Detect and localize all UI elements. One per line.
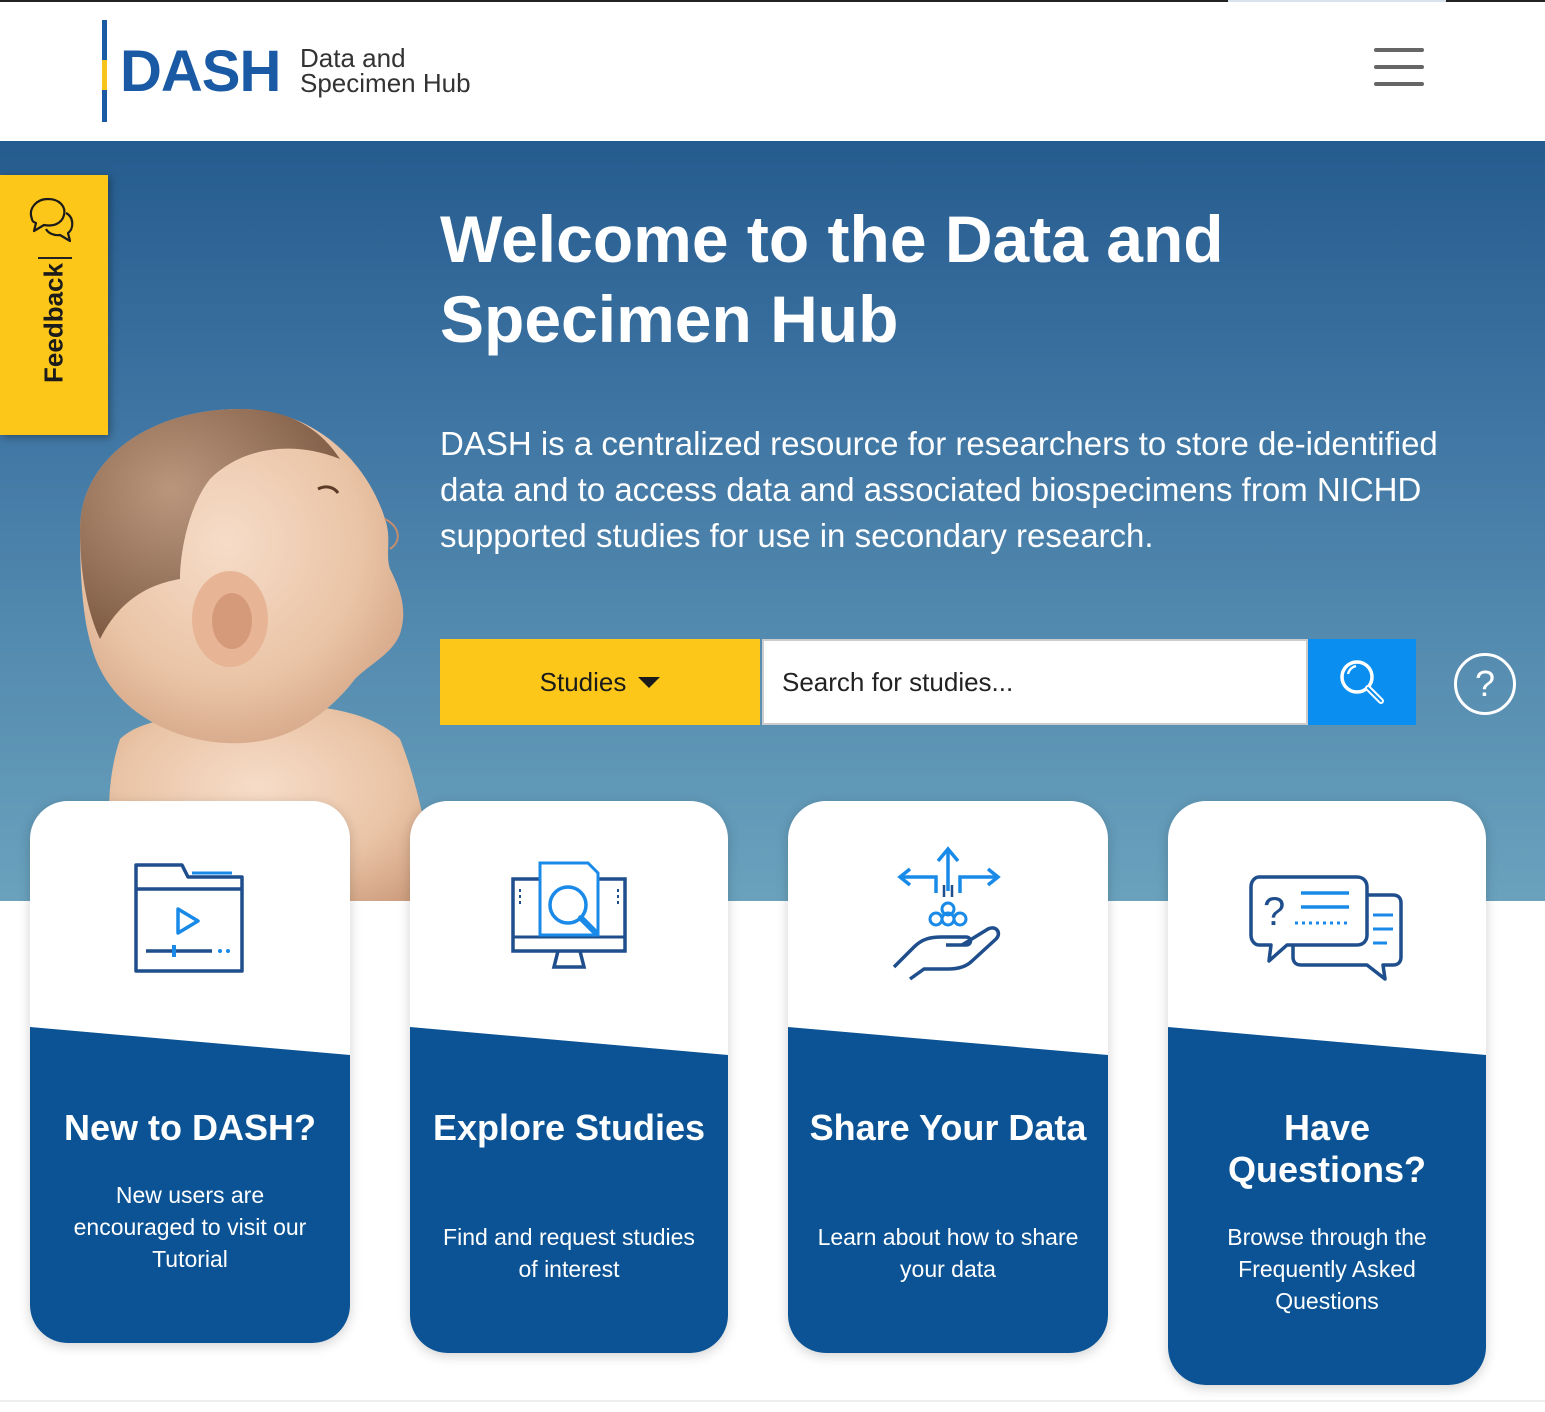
card-description: Browse through the Frequently Asked Ques…	[1227, 1224, 1427, 1314]
hero-description: DASH is a centralized resource for resea…	[440, 425, 1438, 554]
feedback-tab[interactable]: Feedback	[0, 175, 108, 435]
search-bar: Studies ?	[440, 639, 1530, 725]
dash-logo[interactable]: DASH Data and Specimen Hub	[100, 20, 520, 124]
card-description: New users are encouraged to visit our Tu…	[73, 1182, 307, 1272]
monitor-search-icon	[511, 861, 627, 969]
chat-question-icon: ?	[1249, 875, 1403, 981]
logo-wordmark: DASH	[120, 39, 281, 104]
logo-subtitle-line2: Specimen Hub	[300, 68, 471, 98]
card-title: Share Your Data	[809, 1107, 1087, 1148]
hero-title: Welcome to the Data and Specimen Hub	[440, 202, 1224, 356]
card-description: Find and request studies of interest	[443, 1224, 695, 1282]
search-category-dropdown[interactable]: Studies	[440, 639, 760, 725]
hero-section: Welcome to the Data and Specimen Hub DAS…	[0, 141, 1545, 901]
hand-share-arrows-icon	[892, 846, 1001, 981]
chat-bubbles-icon	[29, 197, 74, 243]
video-folder-icon	[134, 863, 244, 973]
hamburger-icon[interactable]	[1374, 48, 1424, 92]
logo-subtitle: Data and Specimen Hub	[300, 45, 471, 98]
site-header: DASH Data and Specimen Hub	[0, 2, 1545, 141]
feedback-label: Feedback	[38, 263, 69, 383]
caret-down-icon	[638, 676, 661, 688]
logo-bar	[102, 20, 107, 122]
question-circle-icon[interactable]: ?	[1454, 653, 1516, 715]
bottom-divider	[0, 1400, 1545, 1402]
card-title: Explore Studies	[432, 1107, 706, 1148]
search-input[interactable]	[762, 639, 1308, 725]
card-description: Learn about how to share your data	[817, 1224, 1079, 1282]
card-have-questions[interactable]: ? Have Questions? Browse through the Fre…	[1168, 801, 1486, 1385]
search-category-label: Studies	[539, 666, 627, 697]
card-share-your-data[interactable]: Share Your Data Learn about how to share…	[788, 801, 1108, 1353]
search-button[interactable]	[1308, 639, 1416, 725]
card-title: Have Questions?	[1227, 1107, 1427, 1190]
card-title: New to DASH?	[64, 1107, 316, 1148]
card-new-to-dash[interactable]: New to DASH? New users are encouraged to…	[30, 801, 350, 1343]
magnifier-icon	[1340, 660, 1384, 704]
feedback-divider	[38, 257, 72, 259]
card-explore-studies[interactable]: Explore Studies Find and request studies…	[410, 801, 728, 1353]
svg-text:?: ?	[1263, 890, 1285, 934]
